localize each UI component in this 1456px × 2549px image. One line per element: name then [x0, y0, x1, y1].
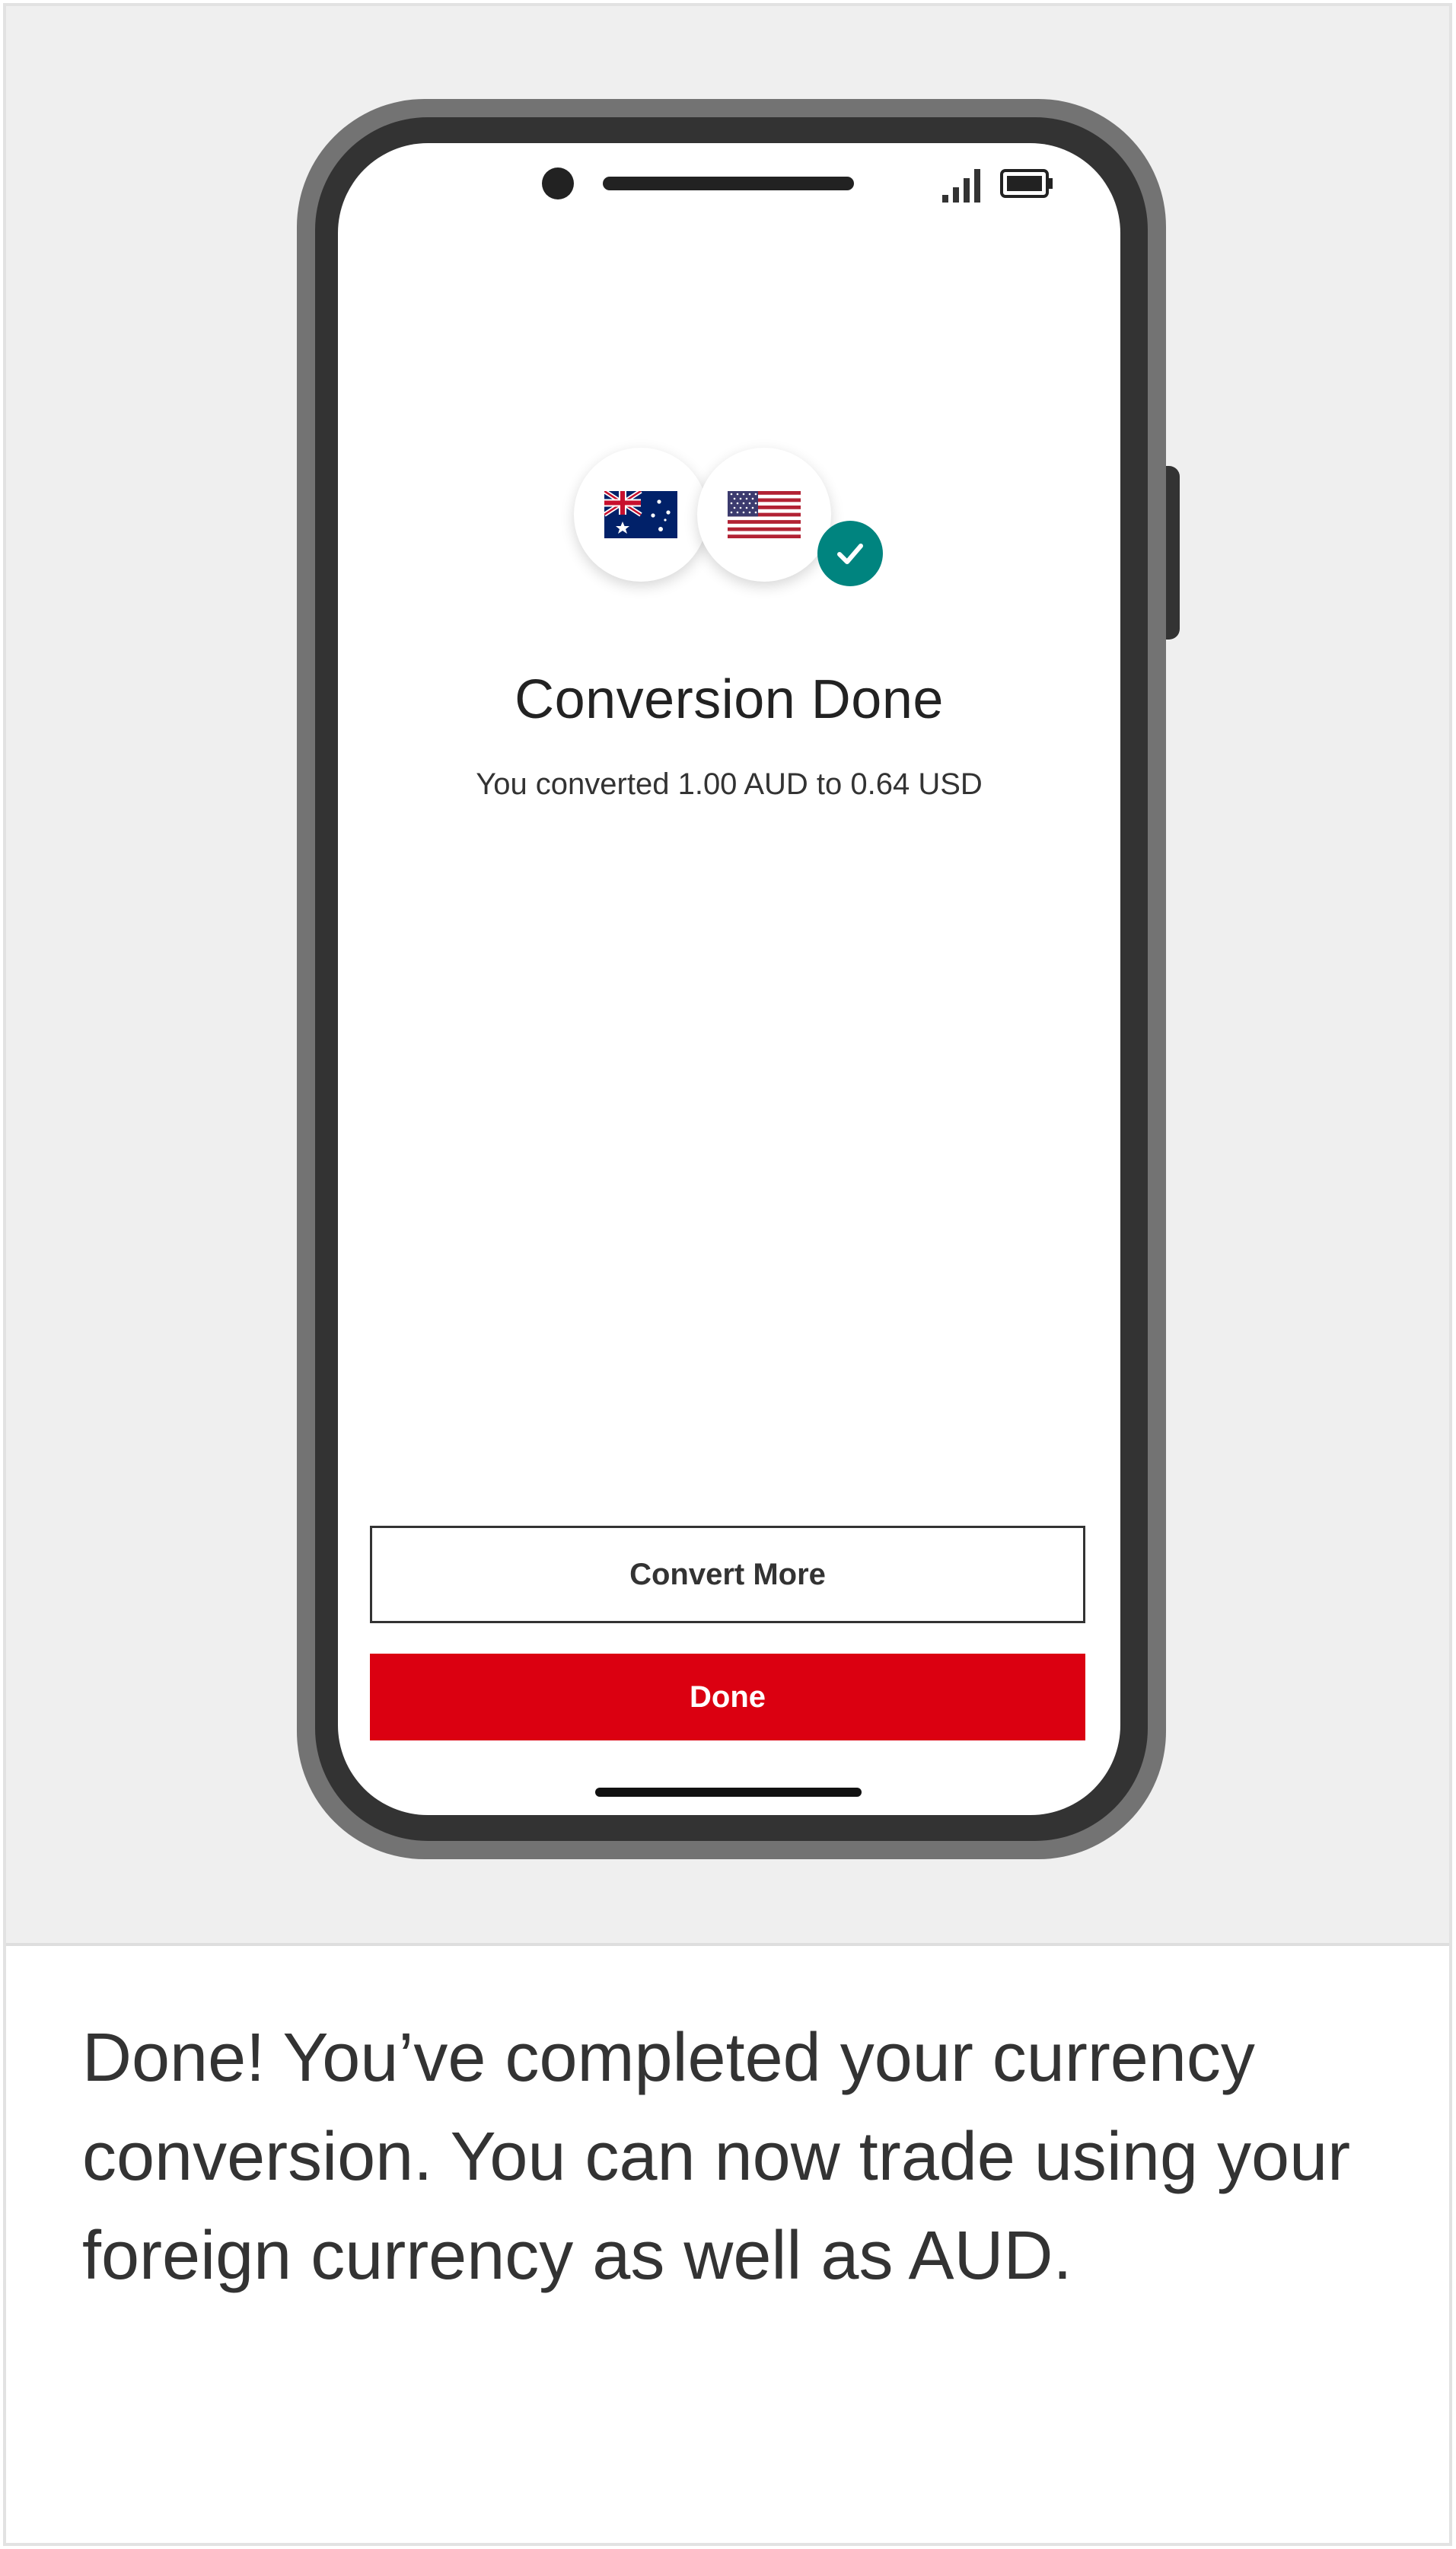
battery-icon: [1000, 169, 1053, 198]
speaker-grille: [603, 177, 854, 190]
done-button[interactable]: Done: [370, 1654, 1085, 1740]
australia-flag-icon: [574, 448, 708, 582]
convert-more-button[interactable]: Convert More: [370, 1526, 1085, 1623]
phone-illustration-area: Conversion Done You converted 1.00 AUD t…: [6, 6, 1449, 1946]
check-icon: [817, 521, 883, 586]
conversion-summary: You converted 1.00 AUD to 0.64 USD: [476, 767, 983, 801]
united-states-flag-icon: [697, 448, 831, 582]
phone-frame: Conversion Done You converted 1.00 AUD t…: [297, 99, 1166, 1859]
page-title: Conversion Done: [515, 669, 944, 730]
currency-pair: [574, 448, 894, 608]
phone-screen: Conversion Done You converted 1.00 AUD t…: [338, 143, 1120, 1815]
instruction-caption: Done! You’ve completed your currency con…: [82, 2020, 1351, 2294]
home-indicator[interactable]: [595, 1788, 862, 1797]
tutorial-card: Conversion Done You converted 1.00 AUD t…: [3, 3, 1452, 2546]
phone-bezel: Conversion Done You converted 1.00 AUD t…: [315, 117, 1148, 1841]
signal-icon: [942, 169, 980, 203]
camera-icon: [542, 167, 574, 199]
